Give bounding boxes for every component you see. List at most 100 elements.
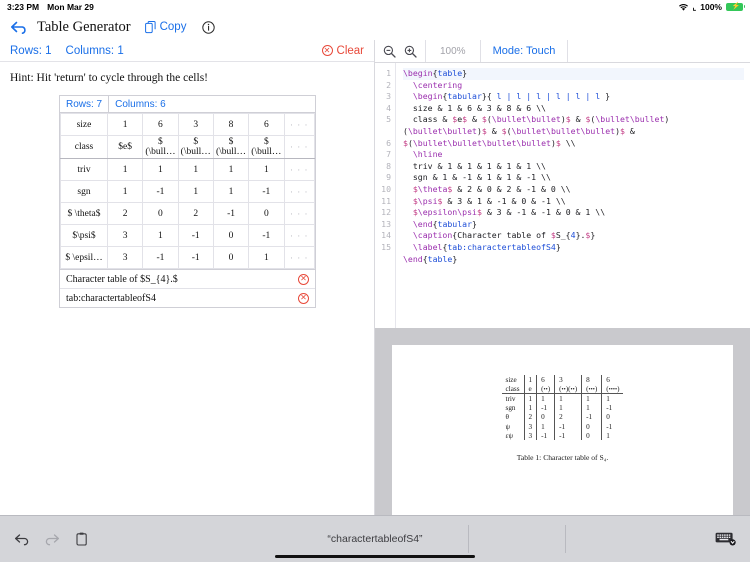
rows-stepper[interactable]: Rows: 1 — [10, 45, 52, 57]
code-line[interactable]: size & 1 & 6 & 3 & 8 & 6 \\ — [403, 103, 744, 115]
line-number: 6 — [386, 137, 391, 148]
grid-cell-label[interactable]: sgn — [60, 180, 108, 203]
grid-cell[interactable]: 0 — [212, 224, 250, 247]
mode-toggle[interactable]: Mode: Touch — [481, 40, 569, 62]
grid-cell[interactable]: 1 — [212, 180, 250, 203]
preview-cell: 0 — [581, 421, 603, 432]
grid-overflow-cell[interactable]: · · · — [283, 180, 316, 203]
grid-cell-label[interactable]: class — [60, 135, 108, 159]
grid-cell[interactable]: 1 — [106, 180, 144, 203]
pdf-preview-area[interactable]: size 1 6 3 8 6 class e (••) (••)(••) (•••) (••••) tr… — [375, 328, 750, 515]
label-field[interactable]: tab:charactertableofS4 ✕ — [60, 288, 315, 307]
clear-label: Clear — [336, 44, 364, 57]
x-circle-icon[interactable]: ✕ — [298, 273, 309, 285]
table-editor-pane: Rows: 1 Columns: 1 ✕ Clear Hint: Hit 're… — [0, 40, 375, 515]
code-line[interactable]: \end{table} — [403, 254, 744, 266]
table-grid: Rows: 7 Columns: 6 size 1 6 3 8 6 · · · class $e… — [59, 95, 316, 308]
clear-button[interactable]: ✕ Clear — [321, 44, 364, 57]
grid-cell[interactable]: 1 — [248, 158, 285, 181]
grid-overflow-cell[interactable]: · · · — [283, 224, 316, 247]
grid-cell[interactable]: 6 — [248, 113, 285, 136]
grid-cell-label[interactable]: triv — [60, 158, 108, 181]
info-circle-icon[interactable] — [202, 20, 216, 34]
code-line[interactable]: \centering — [403, 80, 744, 92]
grid-cell[interactable]: -1 — [142, 180, 179, 203]
grid-cell[interactable]: -1 — [177, 224, 214, 247]
code-line[interactable]: \hline — [403, 149, 744, 161]
code-line[interactable]: $\psi$ & 3 & 1 & -1 & 0 & -1 \\ — [403, 196, 744, 208]
grid-cell[interactable]: 1 — [142, 224, 179, 247]
code-line[interactable]: $\theta$ & 2 & 0 & 2 & -1 & 0 \\ — [403, 184, 744, 196]
line-number: 3 — [386, 91, 391, 102]
grid-cell-label[interactable]: $ \epsil… — [60, 246, 108, 269]
code-line[interactable]: \begin{tabular}{ l | l | l | l | l | l } — [403, 91, 744, 103]
magnifier-minus-icon[interactable] — [383, 45, 396, 58]
x-circle-icon[interactable]: ✕ — [298, 292, 309, 304]
grid-cell[interactable]: 0 — [142, 202, 179, 225]
undo-arrow-icon[interactable] — [14, 533, 29, 546]
code-line[interactable]: \label{tab:charactertableofS4} — [403, 242, 744, 254]
grid-cell[interactable]: -1 — [248, 180, 285, 203]
grid-overflow-cell[interactable]: · · · — [283, 113, 316, 136]
grid-overflow-cell[interactable]: · · · — [283, 135, 316, 159]
preview-cell: -1 — [554, 431, 583, 441]
title-bar: Table Generator Copy — [0, 14, 750, 40]
hide-keyboard-icon[interactable] — [715, 532, 736, 547]
grid-cell[interactable]: 8 — [212, 113, 250, 136]
code-line[interactable]: \caption{Character table of $S_{4}.$} — [403, 230, 744, 242]
code-text[interactable]: \begin{table} \centering \begin{tabular}… — [396, 63, 750, 328]
grid-cell[interactable]: 1 — [177, 158, 214, 181]
grid-rows-count[interactable]: Rows: 7 — [60, 96, 110, 112]
latex-code-editor[interactable]: 12345 6 7 8 9 10 11 12 13 14 15 \begin{table} \ce… — [375, 63, 750, 328]
grid-overflow-cell[interactable]: · · · — [283, 246, 316, 269]
grid-cell[interactable]: 0 — [248, 202, 285, 225]
line-number: 7 — [386, 149, 391, 160]
code-line[interactable]: \begin{table} — [403, 68, 744, 80]
line-number: 11 — [381, 195, 391, 206]
grid-cell[interactable]: 2 — [106, 202, 144, 225]
grid-cell[interactable]: 3 — [106, 224, 144, 247]
battery-charging-icon: ⚡ — [726, 2, 745, 12]
grid-cell[interactable]: -1 — [212, 202, 250, 225]
grid-cell[interactable]: 2 — [177, 202, 214, 225]
grid-cell[interactable]: -1 — [248, 224, 285, 247]
grid-cell[interactable]: 0 — [212, 246, 250, 269]
code-line[interactable]: class & $e$ & $(\bullet\bullet)$ & $(\bu… — [403, 114, 744, 149]
grid-cell[interactable]: -1 — [177, 246, 214, 269]
autocomplete-suggestion[interactable]: “charactertableofS4” — [0, 533, 750, 545]
grid-cell[interactable]: 3 — [177, 113, 214, 136]
grid-cell[interactable]: $ (\bull… — [212, 135, 250, 159]
grid-cell-label[interactable]: $\psi$ — [60, 224, 108, 247]
grid-cell[interactable]: $ (\bull… — [177, 135, 214, 159]
grid-cell[interactable]: 1 — [248, 246, 285, 269]
grid-cell[interactable]: 1 — [212, 158, 250, 181]
grid-cell[interactable]: 3 — [106, 246, 144, 269]
grid-cell[interactable]: -1 — [142, 246, 179, 269]
redo-arrow-icon[interactable] — [45, 533, 60, 546]
code-line[interactable]: sgn & 1 & -1 & 1 & 1 & -1 \\ — [403, 172, 744, 184]
grid-cell-label[interactable]: size — [60, 113, 108, 136]
grid-cell[interactable]: 1 — [106, 113, 144, 136]
grid-cell[interactable]: 1 — [177, 180, 214, 203]
columns-stepper[interactable]: Columns: 1 — [66, 45, 124, 57]
preview-row: triv 1 1 1 1 1 — [501, 393, 624, 404]
grid-overflow-cell[interactable]: · · · — [283, 158, 316, 181]
grid-overflow-cell[interactable]: · · · — [283, 202, 316, 225]
grid-cell[interactable]: 1 — [142, 158, 179, 181]
grid-cell[interactable]: 1 — [106, 158, 144, 181]
bottom-bar-icons — [14, 532, 88, 546]
grid-cell[interactable]: $ (\bull… — [142, 135, 179, 159]
grid-cell[interactable]: 6 — [142, 113, 179, 136]
code-line[interactable]: \end{tabular} — [403, 219, 744, 231]
magnifier-plus-icon[interactable] — [404, 45, 417, 58]
grid-cell-label[interactable]: $ \theta$ — [60, 202, 108, 225]
back-arrow-icon[interactable] — [10, 20, 27, 35]
grid-columns-count[interactable]: Columns: 6 — [109, 96, 172, 112]
caption-field[interactable]: Character table of $S_{4}.$ ✕ — [60, 269, 315, 288]
copy-button[interactable]: Copy — [144, 20, 186, 34]
grid-cell[interactable]: $e$ — [106, 135, 144, 159]
code-line[interactable]: $\epsilon\psi$ & 3 & -1 & -1 & 0 & 1 \\ — [403, 207, 744, 219]
grid-cell[interactable]: $ (\bull… — [248, 135, 285, 159]
clipboard-icon[interactable] — [76, 532, 88, 546]
code-line[interactable]: triv & 1 & 1 & 1 & 1 & 1 \\ — [403, 161, 744, 173]
